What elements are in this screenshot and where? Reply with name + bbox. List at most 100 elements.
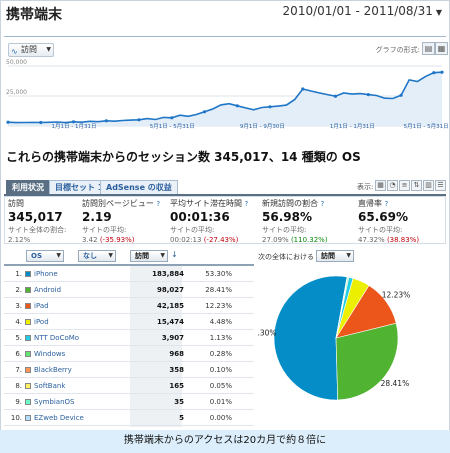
x-tick-label: 1月1日 - 1月31日 (330, 123, 375, 130)
row-rank: 4. (15, 318, 22, 326)
table-row: 4. iPod 15,474 4.48% (4, 314, 254, 330)
stat-pageviews-per-visit: 訪問別ページビュー ? 2.19 サイトの平均: 3.42 (-35.93%) (82, 198, 168, 244)
graph-mode-motion-button[interactable]: ▦ (435, 42, 448, 55)
chevron-down-icon: ▼ (160, 252, 165, 259)
view-table-button[interactable]: ▦ (375, 180, 386, 191)
tab-adsense-revenue[interactable]: AdSense の収益 (100, 180, 178, 194)
stat-label: 直帰率 (358, 199, 382, 208)
data-point (399, 93, 403, 97)
motion-mode-icon: ▦ (437, 44, 446, 53)
view-comparison-button[interactable]: ⇅ (411, 180, 422, 191)
os-name-link[interactable]: NTT DoCoMo (34, 330, 79, 346)
table-row: 10. EZweb Device 5 0.00% (4, 410, 254, 426)
header-divider (4, 36, 446, 37)
os-name-link[interactable]: iPod (34, 314, 49, 330)
table-row: 7. BlackBerry 358 0.10% (4, 362, 254, 378)
chevron-down-icon: ▼ (56, 252, 61, 259)
visits-cell: 98,027 (156, 286, 184, 294)
series-swatch (25, 271, 31, 277)
view-cloud-button[interactable]: ☰ (435, 180, 446, 191)
percent-cell: 53.30% (205, 270, 232, 278)
row-rank: 8. (15, 382, 22, 390)
metric-selector[interactable]: ∿ 訪問 ▼ (8, 43, 54, 57)
percent-cell: 12.23% (205, 302, 232, 310)
visits-cell: 5 (179, 414, 184, 422)
help-icon[interactable]: ? (245, 200, 249, 208)
x-tick-label: 9月1日 - 9月30日 (240, 123, 285, 130)
bar-view-icon: ≡ (401, 181, 408, 189)
dimension-selector-label: OS (31, 252, 42, 260)
stat-new-visits: 新規訪問の割合 ? 56.98% サイトの平均: 27.09% (110.32%… (262, 198, 354, 244)
stat-label: 訪問別ページビュー (82, 199, 154, 208)
secondary-dimension-selector[interactable]: なし ▼ (78, 250, 116, 262)
os-name-link[interactable]: Windows (34, 346, 65, 362)
stat-avg: 00:02:13 (170, 236, 202, 244)
graph-mode-label: グラフの形式: (375, 46, 420, 54)
data-point (202, 110, 207, 114)
os-name-link[interactable]: SymbianOS (34, 394, 74, 410)
os-name-link[interactable]: iPhone (34, 266, 58, 282)
view-performance-button[interactable]: ≡ (399, 180, 410, 191)
series-swatch (25, 303, 31, 309)
tab-usage[interactable]: 利用状況 (6, 180, 50, 194)
view-pivot-button[interactable]: ▥ (423, 180, 434, 191)
series-swatch (25, 335, 31, 341)
y-tick-label: 25,000 (6, 89, 27, 96)
data-point (366, 93, 370, 97)
table-view-icon: ▦ (377, 181, 384, 189)
os-name-link[interactable]: Android (34, 282, 61, 298)
series-area (8, 72, 442, 126)
os-share-pie-chart: 53.30% 28.41% 12.23% (258, 275, 410, 401)
metric-column-selector[interactable]: 訪問 ▼ (130, 250, 168, 262)
series-swatch (25, 399, 31, 405)
stat-label: 訪問 (8, 199, 24, 208)
date-range-selector[interactable]: 2010/01/01 - 2011/08/31 ▼ (283, 4, 442, 18)
help-icon[interactable]: ? (156, 200, 160, 208)
series-swatch (25, 367, 31, 373)
series-swatch (25, 319, 31, 325)
chevron-down-icon: ▼ (435, 8, 442, 17)
series-swatch (25, 383, 31, 389)
stat-label: 新規訪問の割合 (262, 199, 318, 208)
stat-value: 65.69% (358, 210, 408, 224)
help-icon[interactable]: ? (385, 200, 389, 208)
percent-cell: 1.13% (209, 334, 232, 342)
table-row: 8. SoftBank 165 0.05% (4, 378, 254, 394)
data-point (235, 104, 239, 108)
data-point (104, 119, 108, 123)
series-swatch (25, 287, 31, 293)
os-name-link[interactable]: EZweb Device (34, 410, 84, 426)
os-name-link[interactable]: SoftBank (34, 378, 65, 394)
sort-descending-icon[interactable]: ↓ (171, 250, 181, 262)
table-row: 9. SymbianOS 35 0.01% (4, 394, 254, 410)
dimension-selector[interactable]: OS ▼ (26, 250, 64, 262)
stat-sub-value: 2.12% (8, 236, 31, 244)
line-mode-icon: ▤ (424, 44, 433, 53)
visits-cell: 3,907 (161, 334, 184, 342)
secondary-dimension-label: なし (83, 252, 97, 260)
percent-cell: 28.41% (205, 286, 232, 294)
chevron-down-icon: ▼ (108, 252, 113, 259)
chevron-down-icon: ▼ (346, 252, 351, 259)
stat-visits: 訪問 345,017 サイト全体の割合: 2.12% (8, 198, 80, 244)
data-point (71, 120, 76, 124)
visits-cell: 968 (169, 350, 184, 358)
stat-sub: サイト全体の割合: (8, 226, 67, 234)
visits-cell: 358 (169, 366, 184, 374)
stat-delta: (-27.43%) (203, 236, 239, 244)
data-point (432, 71, 436, 75)
graph-mode-line-button[interactable]: ▤ (422, 42, 435, 55)
stat-avg: 47.32% (358, 236, 385, 244)
os-name-link[interactable]: iPad (34, 298, 49, 314)
table-row: 3. iPad 42,185 12.23% (4, 298, 254, 314)
os-name-link[interactable]: BlackBerry (34, 362, 72, 378)
stat-value: 56.98% (262, 210, 312, 224)
table-row: 1. iPhone 183,884 53.30% (4, 266, 254, 282)
pie-metric-selector[interactable]: 訪問 ▼ (316, 250, 354, 262)
view-percentage-button[interactable]: ◔ (387, 180, 398, 191)
x-tick-label: 5月1日 - 5月31日 (150, 123, 195, 130)
help-icon[interactable]: ? (321, 200, 325, 208)
y-tick-label: 50,000 (6, 59, 27, 66)
visits-line-chart: 50,000 25,000 1月1日 - 1月31日 5月1日 - 5月31日 9月1日… (6, 59, 449, 130)
stat-value: 345,017 (8, 210, 63, 224)
